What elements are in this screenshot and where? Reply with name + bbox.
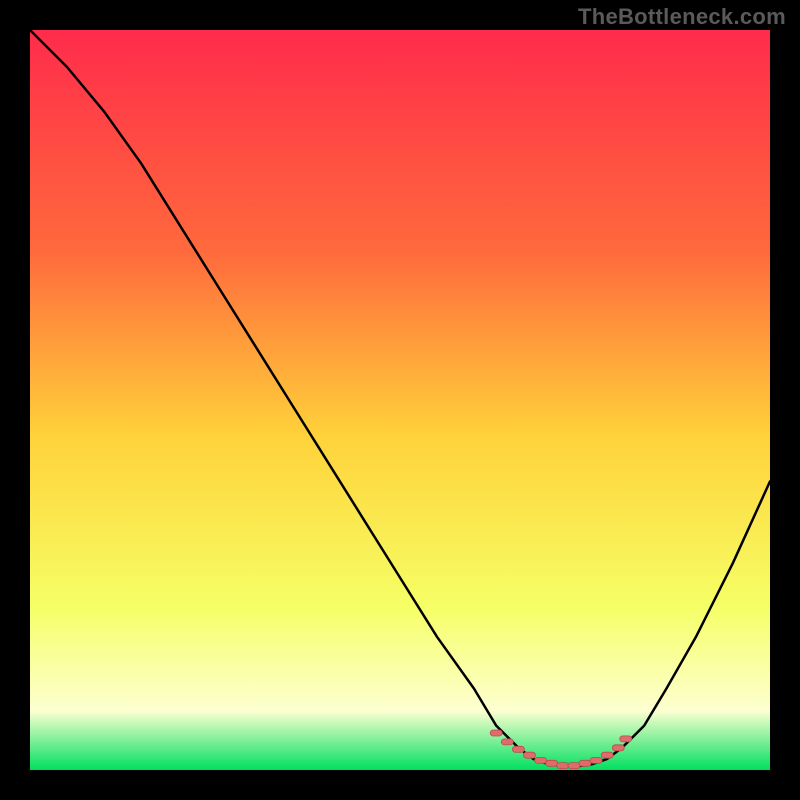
optimal-marker [546,760,558,766]
optimal-marker [512,746,524,752]
optimal-marker [501,739,513,745]
optimal-marker [568,763,580,769]
optimal-marker [535,757,547,763]
page-root: TheBottleneck.com [0,0,800,800]
bottleneck-chart [30,30,770,770]
watermark-text: TheBottleneck.com [578,4,786,30]
optimal-marker [579,760,591,766]
optimal-marker [524,752,536,758]
optimal-marker [601,752,613,758]
plot-area [30,30,770,770]
optimal-marker [590,757,602,763]
gradient-bg [30,30,770,770]
optimal-marker [620,736,632,742]
optimal-marker [490,730,502,736]
optimal-marker [612,745,624,751]
optimal-marker [557,763,569,769]
